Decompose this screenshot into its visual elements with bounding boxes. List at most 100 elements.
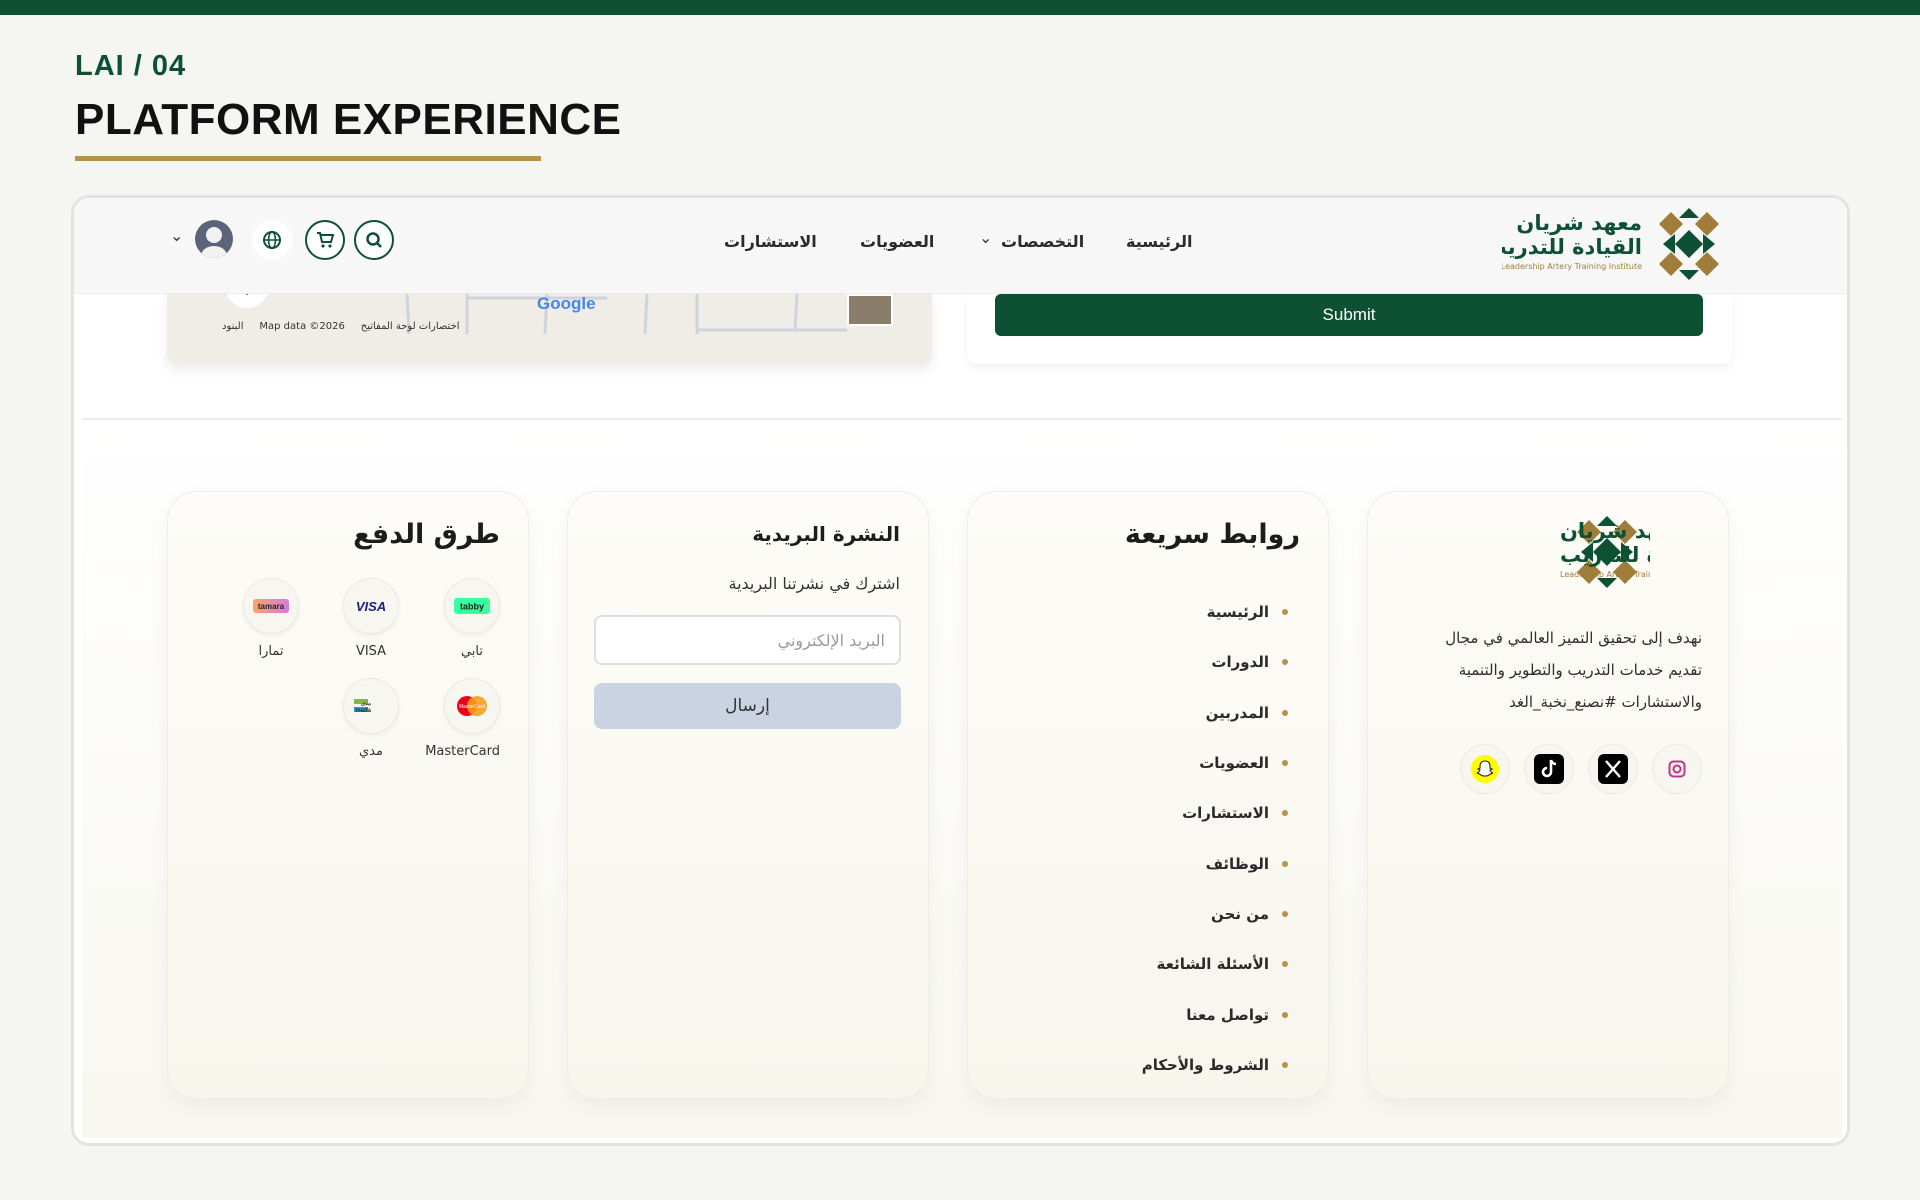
about-description: نهدف إلى تحقيق التميز العالمي في مجال تق… <box>1445 629 1702 711</box>
google-logo: Google <box>537 294 596 313</box>
contact-form-card: Submit <box>967 294 1732 364</box>
quick-link-memberships[interactable]: العضويات <box>1142 738 1288 788</box>
slide-title: PLATFORM EXPERIENCE <box>75 95 622 144</box>
quick-link-label: تواصل معنا <box>1186 1005 1269 1024</box>
map-satellite-toggle[interactable] <box>847 294 893 326</box>
nav-link-home[interactable]: الرئيسية <box>1126 232 1193 251</box>
payment-label: تمارا <box>258 644 284 659</box>
bullet-dot <box>1282 760 1288 767</box>
map-terms-link[interactable]: البنود <box>222 321 243 332</box>
payment-label: مدي <box>359 744 383 759</box>
bullet-dot <box>1282 1061 1288 1068</box>
quick-link-consultations[interactable]: الاستشارات <box>1142 788 1288 838</box>
quick-link-courses[interactable]: الدورات <box>1142 637 1288 687</box>
cart-icon <box>317 232 335 248</box>
bullet-dot <box>1282 860 1288 867</box>
svg-text:مدى: مدى <box>361 701 371 707</box>
payment-method-tabby: tabby تابي <box>444 578 500 659</box>
svg-text:mada: mada <box>355 708 371 714</box>
submit-button[interactable]: Submit <box>995 294 1703 336</box>
footer-logo[interactable]: معهد شريان القيادة للتدريب Leadership Ar… <box>1420 514 1650 594</box>
site-navbar: معهد شريان القيادة للتدريب Leadership Ar… <box>74 198 1847 294</box>
snapchat-link[interactable] <box>1460 744 1510 794</box>
cart-button[interactable] <box>305 220 345 260</box>
svg-text:معهد شريان: معهد شريان <box>1516 211 1642 235</box>
slide-label: LAI / 04 <box>75 50 187 82</box>
language-button[interactable] <box>252 220 292 260</box>
quick-link-terms[interactable]: الشروط والأحكام <box>1142 1040 1288 1090</box>
map-attribution: اختصارات لوحة المفاتيح Map data ©2026 ال… <box>222 321 460 332</box>
svg-text:tabby: tabby <box>460 602 484 612</box>
x-icon <box>1598 754 1628 784</box>
quick-link-label: الرئيسية <box>1206 603 1269 622</box>
svg-text:القيادة للتدريب: القيادة للتدريب <box>1560 543 1650 567</box>
bullet-dot <box>1282 961 1288 968</box>
instagram-icon <box>1668 760 1686 778</box>
quick-link-label: من نحن <box>1211 904 1269 923</box>
website-screenshot-frame: ⌄ Google اختصارات لوحة المفاتيح Map data… <box>71 195 1850 1146</box>
globe-icon <box>263 231 281 249</box>
newsletter-heading: النشرة البريدية <box>752 522 900 546</box>
top-accent-bar <box>0 0 1920 15</box>
instagram-link[interactable] <box>1652 744 1702 794</box>
svg-text:VISA: VISA <box>356 599 386 614</box>
payment-label: تابي <box>460 644 484 659</box>
nav-link-memberships[interactable]: العضويات <box>860 232 934 251</box>
payment-method-tamara: tamara تمارا <box>243 578 299 659</box>
newsletter-send-button[interactable]: إرسال <box>594 683 901 729</box>
chevron-down-icon[interactable]: ⌄ <box>170 226 183 245</box>
map-data-label: Map data ©2026 <box>259 321 345 332</box>
quick-link-home[interactable]: الرئيسية <box>1142 587 1288 637</box>
svg-text:Leadership Artery Training Ins: Leadership Artery Training Institute <box>1502 262 1642 271</box>
quick-link-label: العضويات <box>1199 754 1269 773</box>
user-icon <box>201 227 227 258</box>
tiktok-link[interactable] <box>1524 744 1574 794</box>
quick-link-about[interactable]: من نحن <box>1142 889 1288 939</box>
map-shortcuts-link[interactable]: اختصارات لوحة المفاتيح <box>361 321 460 332</box>
mada-logo: مدى mada <box>343 678 399 734</box>
quick-link-jobs[interactable]: الوظائف <box>1142 838 1288 888</box>
logo-emblem: معهد شريان القيادة للتدريب Leadership Ar… <box>1485 208 1719 280</box>
footer-payment-card: طرق الدفع tabby تابي VISA VISA tamara تم… <box>167 491 529 1099</box>
footer-newsletter-card: النشرة البريدية اشترك في نشرتنا البريدية… <box>567 491 929 1099</box>
newsletter-email-input[interactable] <box>594 615 901 665</box>
svg-text:tamara: tamara <box>258 602 285 611</box>
quick-link-label: الأسئلة الشائعة <box>1156 955 1270 974</box>
quick-link-faq[interactable]: الأسئلة الشائعة <box>1142 939 1288 989</box>
tiktok-icon <box>1534 754 1564 784</box>
mastercard-logo: MasterCard <box>444 678 500 734</box>
payment-heading: طرق الدفع <box>353 519 500 550</box>
quick-link-label: الدورات <box>1211 653 1269 672</box>
quick-link-label: المدربين <box>1205 703 1269 722</box>
visa-logo: VISA <box>343 578 399 634</box>
footer-quick-links-card: روابط سريعة الرئيسية الدورات المدربين ال… <box>967 491 1329 1099</box>
payment-label: VISA <box>355 644 387 659</box>
payment-method-mada: مدى mada مدي <box>343 678 399 759</box>
title-underline <box>75 156 541 161</box>
quick-link-label: الوظائف <box>1205 854 1269 873</box>
site-logo[interactable]: معهد شريان القيادة للتدريب Leadership Ar… <box>1485 206 1732 286</box>
search-icon <box>366 232 382 248</box>
user-avatar[interactable] <box>195 220 233 258</box>
quick-link-label: الاستشارات <box>1182 804 1269 823</box>
search-button[interactable] <box>354 220 394 260</box>
quick-links-heading: روابط سريعة <box>1124 519 1300 550</box>
quick-links-list: الرئيسية الدورات المدربين العضويات الاست… <box>1142 587 1288 1090</box>
chevron-down-icon[interactable]: ⌄ <box>979 228 992 247</box>
bullet-dot <box>1282 1011 1288 1018</box>
svg-text:معهد شريان: معهد شريان <box>1560 519 1650 543</box>
bullet-dot <box>1282 810 1288 817</box>
footer-about-card: معهد شريان القيادة للتدريب Leadership Ar… <box>1367 491 1729 1099</box>
payment-method-mastercard: MasterCard MasterCard <box>425 678 500 759</box>
nav-link-specializations[interactable]: التخصصات <box>1001 232 1084 251</box>
tabby-logo: tabby <box>444 578 500 634</box>
payment-label: MasterCard <box>425 744 500 759</box>
svg-text:القيادة للتدريب: القيادة للتدريب <box>1502 235 1642 259</box>
quick-link-label: الشروط والأحكام <box>1141 1055 1269 1074</box>
quick-link-trainers[interactable]: المدربين <box>1142 688 1288 738</box>
quick-link-contact[interactable]: تواصل معنا <box>1142 989 1288 1039</box>
svg-text:Leadership Artery Training Ins: Leadership Artery Training Institute <box>1560 570 1650 579</box>
nav-link-consultations[interactable]: الاستشارات <box>724 232 817 251</box>
x-link[interactable] <box>1588 744 1638 794</box>
map-embed[interactable]: ⌄ Google اختصارات لوحة المفاتيح Map data… <box>167 294 932 364</box>
